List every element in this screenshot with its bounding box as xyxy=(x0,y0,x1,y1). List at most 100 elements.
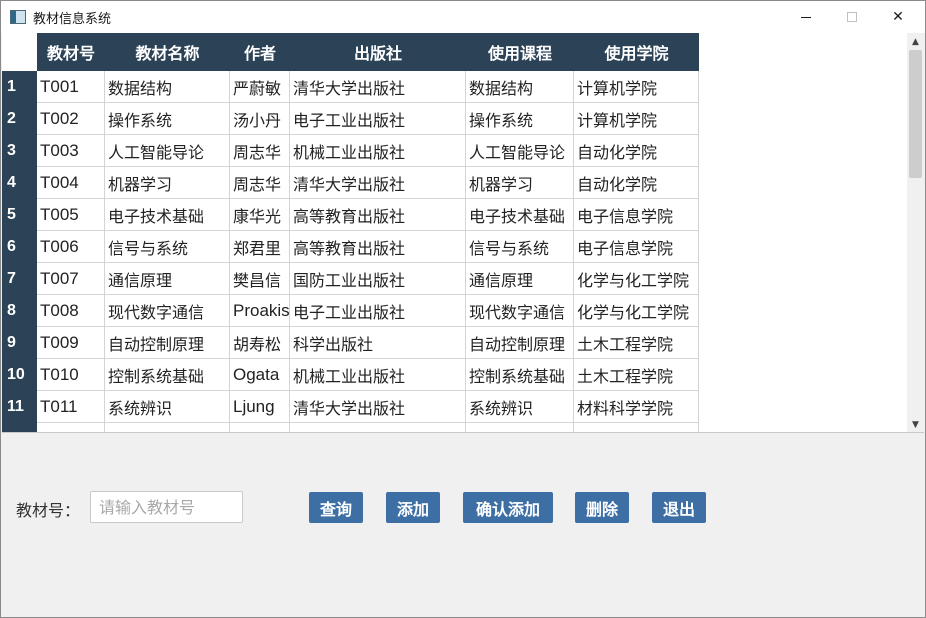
table-cell[interactable]: 现代数字通信 xyxy=(105,295,230,327)
table-cell[interactable]: 操作系统 xyxy=(466,103,574,135)
table-cell[interactable]: 清华大学出版社 xyxy=(290,167,466,199)
maximize-button[interactable] xyxy=(829,1,875,33)
table-cell[interactable]: Ogata xyxy=(230,359,290,391)
table-cell[interactable]: 机械工业出版社 xyxy=(290,135,466,167)
table-cell[interactable]: Proakis xyxy=(230,295,290,327)
close-button[interactable]: ✕ xyxy=(875,1,921,33)
row-header[interactable]: 1 xyxy=(2,71,37,103)
row-header[interactable]: 10 xyxy=(2,359,37,391)
row-header[interactable]: 6 xyxy=(2,231,37,263)
table-cell[interactable]: T009 xyxy=(37,327,105,359)
table-cell[interactable]: 人工智能导论 xyxy=(466,135,574,167)
column-header[interactable]: 作者 xyxy=(230,33,290,71)
table-cell[interactable]: 信号与系统 xyxy=(466,231,574,263)
table-cell[interactable]: 自动控制原理 xyxy=(105,327,230,359)
table-cell[interactable]: T006 xyxy=(37,231,105,263)
table-cell[interactable]: 系统辨识 xyxy=(466,391,574,423)
table-cell[interactable]: 数据结构 xyxy=(466,71,574,103)
row-header[interactable]: 7 xyxy=(2,263,37,295)
table-cell[interactable]: 郑君里 xyxy=(230,231,290,263)
table-cell[interactable]: 信号与系统 xyxy=(105,231,230,263)
column-header[interactable]: 教材名称 xyxy=(105,33,230,71)
column-header[interactable]: 出版社 xyxy=(290,33,466,71)
table-cell[interactable]: 电子信息学院 xyxy=(574,199,699,231)
table-cell[interactable]: 电子信息学院 xyxy=(574,231,699,263)
table-cell[interactable]: 通信原理 xyxy=(466,263,574,295)
table-cell[interactable]: 国防工业出版社 xyxy=(290,263,466,295)
table-cell[interactable]: T003 xyxy=(37,135,105,167)
table-cell[interactable]: 电子技术基础 xyxy=(105,199,230,231)
column-header[interactable]: 使用学院 xyxy=(574,33,699,71)
table-cell[interactable]: T008 xyxy=(37,295,105,327)
table-cell[interactable] xyxy=(230,423,290,432)
table-cell[interactable] xyxy=(466,423,574,432)
row-header[interactable]: 4 xyxy=(2,167,37,199)
table-cell[interactable]: 汤小丹 xyxy=(230,103,290,135)
table-cell[interactable]: 人工智能导论 xyxy=(105,135,230,167)
query-button[interactable]: 查询 xyxy=(309,492,363,523)
column-header[interactable]: 教材号 xyxy=(37,33,105,71)
table-cell[interactable]: 土木工程学院 xyxy=(574,359,699,391)
table-cell[interactable]: 现代数字通信 xyxy=(466,295,574,327)
vertical-scrollbar[interactable]: ▲ ▼ xyxy=(907,33,924,432)
row-header[interactable]: 8 xyxy=(2,295,37,327)
scroll-down-arrow-icon[interactable]: ▼ xyxy=(907,416,924,432)
add-button[interactable]: 添加 xyxy=(386,492,440,523)
table-cell[interactable]: 操作系统 xyxy=(105,103,230,135)
table-cell[interactable]: 数据结构 xyxy=(105,71,230,103)
table-cell[interactable]: 高等教育出版社 xyxy=(290,231,466,263)
table-cell[interactable]: 自动化学院 xyxy=(574,135,699,167)
table-cell[interactable]: T002 xyxy=(37,103,105,135)
table-cell[interactable]: 高等教育出版社 xyxy=(290,199,466,231)
table-cell[interactable]: 通信原理 xyxy=(105,263,230,295)
table-cell[interactable]: 化学与化工学院 xyxy=(574,295,699,327)
table-cell[interactable]: 自动化学院 xyxy=(574,167,699,199)
table-cell[interactable] xyxy=(105,423,230,432)
table-cell[interactable]: 系统辨识 xyxy=(105,391,230,423)
table-cell[interactable]: Ljung xyxy=(230,391,290,423)
column-header[interactable]: 使用课程 xyxy=(466,33,574,71)
table-cell[interactable]: 清华大学出版社 xyxy=(290,391,466,423)
table-cell[interactable]: T007 xyxy=(37,263,105,295)
textbook-id-input[interactable] xyxy=(90,491,243,523)
table-cell[interactable]: 周志华 xyxy=(230,167,290,199)
table-cell[interactable]: 材料科学学院 xyxy=(574,391,699,423)
scroll-up-arrow-icon[interactable]: ▲ xyxy=(907,33,924,50)
table-cell[interactable]: 土木工程学院 xyxy=(574,327,699,359)
row-header[interactable]: 9 xyxy=(2,327,37,359)
table-cell[interactable]: 胡寿松 xyxy=(230,327,290,359)
table-cell[interactable]: 机器学习 xyxy=(466,167,574,199)
table-cell[interactable]: 控制系统基础 xyxy=(466,359,574,391)
table-cell[interactable]: 电子工业出版社 xyxy=(290,103,466,135)
table-cell[interactable]: 计算机学院 xyxy=(574,103,699,135)
table-cell[interactable]: T010 xyxy=(37,359,105,391)
minimize-button[interactable] xyxy=(783,1,829,33)
row-header[interactable]: 2 xyxy=(2,103,37,135)
table-cell[interactable]: 科学出版社 xyxy=(290,327,466,359)
table-cell[interactable]: 控制系统基础 xyxy=(105,359,230,391)
exit-button[interactable]: 退出 xyxy=(652,492,706,523)
table-cell[interactable]: T001 xyxy=(37,71,105,103)
table-cell[interactable]: T011 xyxy=(37,391,105,423)
confirm-add-button[interactable]: 确认添加 xyxy=(463,492,553,523)
table-cell[interactable]: 樊昌信 xyxy=(230,263,290,295)
table-cell[interactable]: 严蔚敏 xyxy=(230,71,290,103)
scroll-thumb[interactable] xyxy=(909,50,922,178)
table-cell[interactable]: 清华大学出版社 xyxy=(290,71,466,103)
table-cell[interactable]: 周志华 xyxy=(230,135,290,167)
table-cell[interactable]: 化学与化工学院 xyxy=(574,263,699,295)
table-cell[interactable]: 康华光 xyxy=(230,199,290,231)
table-cell[interactable]: 自动控制原理 xyxy=(466,327,574,359)
table-cell[interactable]: 机械工业出版社 xyxy=(290,359,466,391)
row-header[interactable]: 11 xyxy=(2,391,37,423)
row-header[interactable]: 3 xyxy=(2,135,37,167)
textbook-table[interactable]: 教材号 教材名称 作者 出版社 使用课程 使用学院 1 2 3 4 5 6 7 8 9 10 11 T001 数… xyxy=(2,33,924,433)
table-cell[interactable]: T004 xyxy=(37,167,105,199)
table-cell[interactable]: 计算机学院 xyxy=(574,71,699,103)
table-cell[interactable]: 机器学习 xyxy=(105,167,230,199)
table-cell[interactable]: T005 xyxy=(37,199,105,231)
table-cell[interactable] xyxy=(574,423,699,432)
table-cell[interactable] xyxy=(37,423,105,432)
table-corner[interactable] xyxy=(2,33,37,71)
table-cell[interactable] xyxy=(290,423,466,432)
